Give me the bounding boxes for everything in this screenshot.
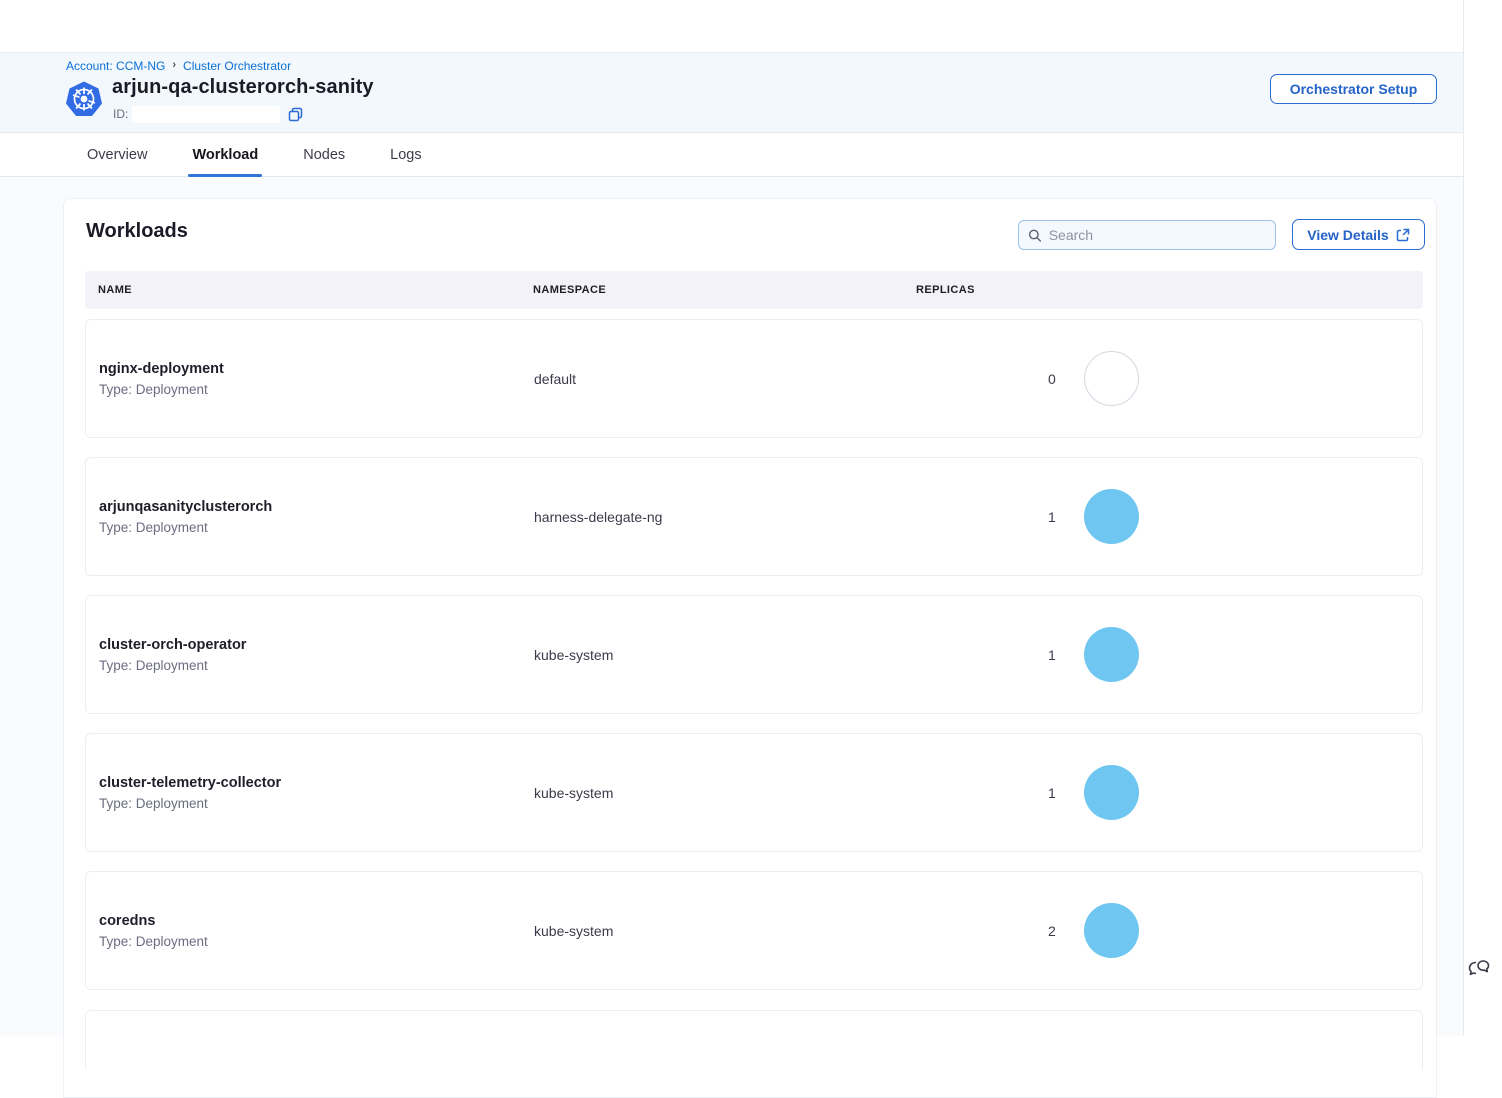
workload-type: Type: Deployment — [99, 658, 534, 673]
orchestrator-setup-button[interactable]: Orchestrator Setup — [1270, 74, 1437, 104]
workload-type: Type: Deployment — [99, 520, 534, 535]
workload-namespace: default — [534, 371, 917, 387]
workload-type: Type: Deployment — [99, 382, 534, 397]
workload-name-cell: nginx-deployment Type: Deployment — [86, 361, 534, 397]
workload-name: cluster-telemetry-collector — [99, 775, 534, 791]
replica-count: 2 — [1048, 923, 1056, 939]
id-value-redacted — [132, 106, 280, 123]
content-area: Workloads View Details NAME NAMESPACE RE… — [0, 177, 1463, 1036]
cluster-id-row: ID: — [113, 105, 303, 123]
replica-status-circle — [1084, 765, 1139, 820]
search-icon — [1028, 228, 1042, 243]
tab-overview[interactable]: Overview — [83, 133, 151, 176]
workload-name-cell: coredns Type: Deployment — [86, 913, 534, 949]
id-label: ID: — [113, 107, 128, 121]
search-input[interactable] — [1049, 227, 1266, 243]
tab-bar: Overview Workload Nodes Logs — [0, 133, 1463, 177]
table-row[interactable]: nginx-deployment Type: Deployment defaul… — [85, 319, 1423, 438]
tab-workload[interactable]: Workload — [188, 133, 262, 176]
copy-icon[interactable] — [288, 107, 303, 122]
table-header: NAME NAMESPACE REPLICAS — [85, 271, 1423, 309]
workload-namespace: harness-delegate-ng — [534, 509, 917, 525]
replica-status-circle — [1084, 627, 1139, 682]
workload-name-cell: arjunqasanityclusterorch Type: Deploymen… — [86, 499, 534, 535]
replica-status-circle — [1084, 903, 1139, 958]
workload-replicas-cell: 1 — [917, 627, 1422, 682]
replica-count: 1 — [1048, 785, 1056, 801]
workload-replicas-cell: 1 — [917, 489, 1422, 544]
breadcrumb-section-link[interactable]: Cluster Orchestrator — [183, 59, 291, 73]
tab-logs[interactable]: Logs — [386, 133, 425, 176]
workload-type: Type: Deployment — [99, 934, 534, 949]
workload-name-cell: cluster-orch-operator Type: Deployment — [86, 637, 534, 673]
view-details-label: View Details — [1307, 227, 1388, 243]
chevron-right-icon: › — [172, 59, 176, 71]
workload-namespace: kube-system — [534, 785, 917, 801]
page-header: Account: CCM-NG › Cluster Orchestrator a… — [0, 52, 1463, 133]
cluster-title: arjun-qa-clusterorch-sanity — [112, 76, 374, 99]
workload-replicas-cell: 1 — [917, 765, 1422, 820]
replica-count: 1 — [1048, 509, 1056, 525]
breadcrumb-account-link[interactable]: Account: CCM-NG — [66, 59, 165, 73]
workload-name: cluster-orch-operator — [99, 637, 534, 653]
column-namespace: NAMESPACE — [533, 284, 916, 296]
column-replicas: REPLICAS — [916, 284, 1423, 296]
workload-name: arjunqasanityclusterorch — [99, 499, 534, 515]
workload-replicas-cell: 2 — [917, 903, 1422, 958]
table-row[interactable]: cluster-orch-operator Type: Deployment k… — [85, 595, 1423, 714]
workloads-panel: Workloads View Details NAME NAMESPACE RE… — [63, 198, 1437, 1098]
workload-namespace: kube-system — [534, 923, 917, 939]
kubernetes-icon — [65, 80, 103, 118]
replica-status-circle — [1084, 351, 1139, 406]
external-link-icon — [1396, 228, 1410, 242]
replica-count: 1 — [1048, 647, 1056, 663]
workload-namespace: kube-system — [534, 647, 917, 663]
workload-replicas-cell: 0 — [917, 351, 1422, 406]
app-window: Account: CCM-NG › Cluster Orchestrator a… — [0, 0, 1464, 1036]
table-row[interactable]: cluster-telemetry-collector Type: Deploy… — [85, 733, 1423, 852]
workload-name-cell: cluster-telemetry-collector Type: Deploy… — [86, 775, 534, 811]
workload-type: Type: Deployment — [99, 796, 534, 811]
replica-count: 0 — [1048, 371, 1056, 387]
table-row[interactable]: arjunqasanityclusterorch Type: Deploymen… — [85, 457, 1423, 576]
workloads-title: Workloads — [86, 220, 188, 243]
column-name: NAME — [85, 284, 533, 296]
table-row[interactable]: coredns Type: Deployment kube-system 2 — [85, 871, 1423, 990]
workload-rows: nginx-deployment Type: Deployment defaul… — [85, 319, 1423, 1009]
workloads-search[interactable] — [1018, 220, 1276, 250]
tab-nodes[interactable]: Nodes — [299, 133, 349, 176]
orchestrator-setup-label: Orchestrator Setup — [1290, 81, 1418, 97]
chat-bubbles-icon[interactable] — [1466, 956, 1492, 982]
breadcrumb: Account: CCM-NG › Cluster Orchestrator — [66, 59, 291, 73]
workload-name: nginx-deployment — [99, 361, 534, 377]
table-row-partial[interactable] — [85, 1010, 1423, 1070]
replica-status-circle — [1084, 489, 1139, 544]
workload-name: coredns — [99, 913, 534, 929]
view-details-button[interactable]: View Details — [1292, 219, 1425, 250]
